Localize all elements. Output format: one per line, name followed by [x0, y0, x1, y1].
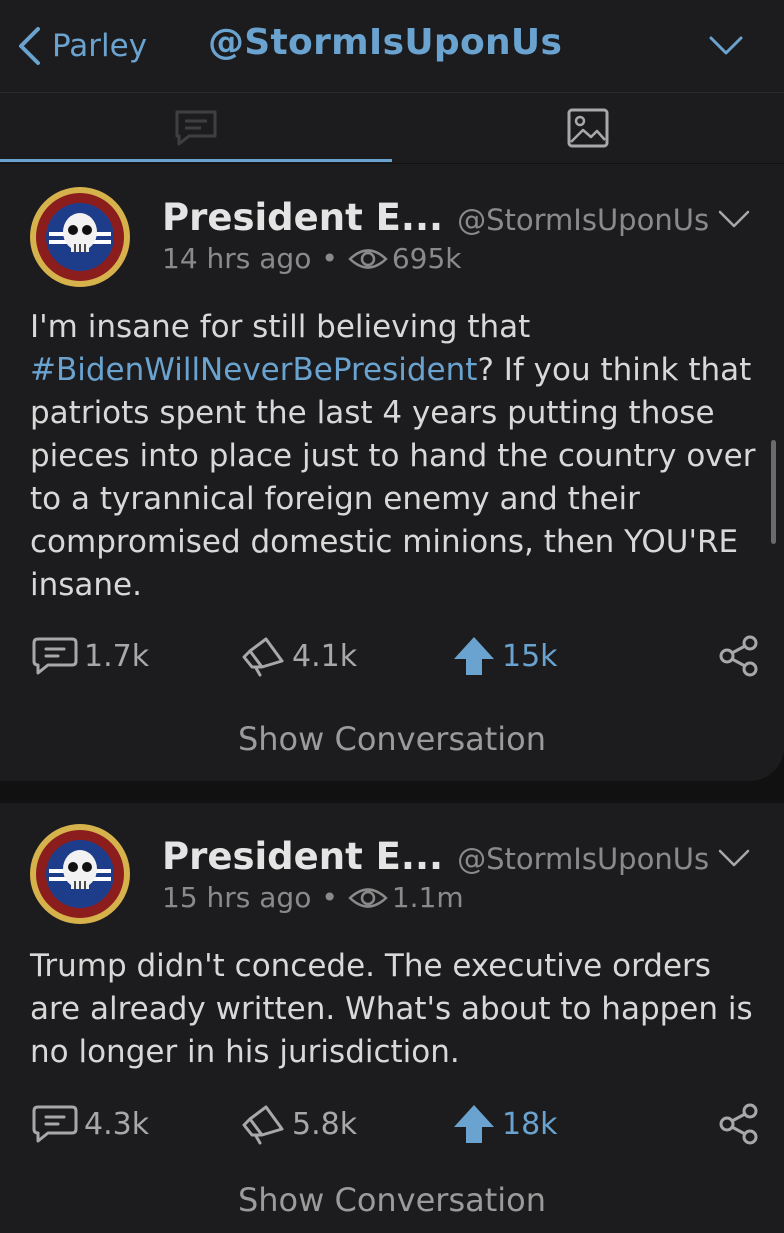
post-text-start: Trump didn't concede. The executive orde… [30, 948, 753, 1070]
post-card[interactable]: President E... @StormIsUponUs 14 hrs ago… [0, 164, 784, 781]
comment-button[interactable]: 4.3k [32, 1099, 149, 1149]
post-time: 14 hrs ago [162, 242, 312, 275]
comment-count: 4.3k [84, 1106, 150, 1142]
hashtag-link[interactable]: #BidenWillNeverBePresident [30, 352, 477, 388]
megaphone-icon [242, 1105, 284, 1145]
share-button[interactable] [718, 1099, 760, 1149]
post-time: 15 hrs ago [162, 881, 312, 914]
page-title: @StormIsUponUs [208, 22, 563, 63]
post-text-end: ? If you think that patriots spent the l… [30, 352, 756, 603]
post-text-start: I'm insane for still believing that [30, 309, 531, 345]
image-icon [567, 108, 609, 148]
eye-icon [348, 887, 388, 908]
user-handle[interactable]: @StormIsUponUs [457, 842, 709, 876]
megaphone-icon [242, 637, 284, 677]
tab-media[interactable] [392, 93, 784, 163]
comment-icon [32, 637, 78, 675]
top-bar: Parley @StormIsUponUs [0, 0, 784, 93]
post-header: President E... @StormIsUponUs [162, 196, 709, 239]
post-actions: 4.3k 5.8k 18k [0, 1099, 784, 1149]
show-conversation-button[interactable]: Show Conversation [0, 1181, 784, 1219]
chevron-down-icon[interactable] [708, 30, 744, 60]
upvote-count: 15k [502, 638, 558, 674]
tab-posts[interactable] [0, 93, 392, 163]
active-tab-indicator [0, 159, 392, 162]
display-name[interactable]: President E... [162, 835, 443, 878]
avatar[interactable] [29, 823, 131, 925]
profile-tabs [0, 93, 784, 163]
post-actions: 1.7k 4.1k 15k [0, 631, 784, 681]
view-count: 1.1m [391, 881, 464, 914]
post-text: Trump didn't concede. The executive orde… [30, 945, 760, 1074]
comment-icon [32, 1105, 78, 1143]
avatar[interactable] [29, 186, 131, 288]
echo-button[interactable]: 5.8k [240, 1099, 357, 1149]
display-name[interactable]: President E... [162, 196, 443, 239]
share-icon [719, 635, 758, 677]
chevron-left-icon [19, 27, 40, 65]
post-text: I'm insane for still believing that #Bid… [30, 306, 760, 607]
show-conversation-button[interactable]: Show Conversation [0, 720, 784, 758]
user-handle[interactable]: @StormIsUponUs [457, 203, 709, 237]
post-card[interactable]: President E... @StormIsUponUs 15 hrs ago… [0, 803, 784, 1233]
upvote-button[interactable]: 18k [452, 1099, 558, 1149]
share-button[interactable] [718, 631, 760, 681]
back-button[interactable]: Parley [16, 24, 147, 68]
echo-count: 4.1k [292, 638, 358, 674]
eye-icon [348, 248, 388, 269]
upvote-arrow-icon [454, 637, 494, 675]
echo-button[interactable]: 4.1k [240, 631, 357, 681]
post-options-chevron-icon[interactable] [718, 208, 750, 230]
echo-count: 5.8k [292, 1106, 358, 1142]
posts-icon [175, 110, 217, 146]
post-options-chevron-icon[interactable] [718, 847, 750, 869]
comment-count: 1.7k [84, 638, 150, 674]
post-meta: 15 hrs ago • 1.1m [162, 881, 464, 914]
share-icon [719, 1103, 758, 1145]
upvote-button[interactable]: 15k [452, 631, 558, 681]
post-header: President E... @StormIsUponUs [162, 835, 709, 878]
comment-button[interactable]: 1.7k [32, 631, 149, 681]
scrollbar[interactable] [771, 440, 776, 544]
meta-separator: • [321, 881, 338, 914]
upvote-arrow-icon [454, 1105, 494, 1143]
post-meta: 14 hrs ago • 695k [162, 242, 462, 275]
upvote-count: 18k [502, 1106, 558, 1142]
meta-separator: • [321, 242, 338, 275]
view-count: 695k [391, 242, 462, 275]
back-label: Parley [52, 28, 148, 64]
